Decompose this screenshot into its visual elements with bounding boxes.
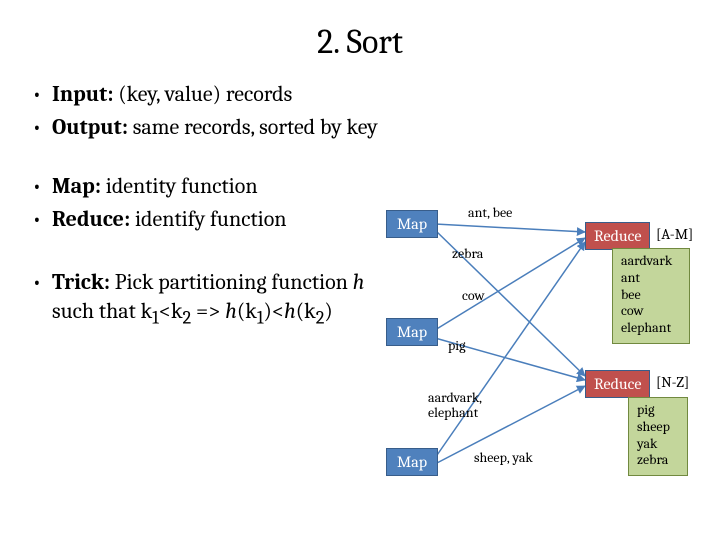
bullet-text: identity function — [101, 173, 258, 199]
bullet-label: Reduce: — [52, 206, 130, 232]
map-box-2: Map — [386, 318, 438, 346]
bullet-label: Output: — [52, 114, 128, 140]
result-item: sheep — [637, 419, 679, 436]
edge-label-zebra: zebra — [452, 246, 483, 261]
result-item: zebra — [637, 452, 679, 469]
edge-label-pig: pig — [448, 338, 466, 353]
bullet-label: Input: — [52, 81, 113, 107]
map-box-1: Map — [386, 210, 438, 238]
result-item: ant — [621, 270, 681, 287]
result-item: aardvark — [621, 253, 681, 270]
edge-label-ant-bee: ant, bee — [468, 205, 512, 220]
bullet-output: Output: same records, sorted by key — [30, 113, 690, 142]
bullet-label: Map: — [52, 173, 101, 199]
bullet-text: Pick partitioning function — [110, 269, 353, 295]
slide-title: 2. Sort — [0, 0, 720, 72]
edge-label-cow: cow — [462, 288, 485, 303]
edge-label-aardvark-elephant: aardvark, elephant — [428, 390, 482, 421]
bullet-group-3: Trick: Pick partitioning function h such… — [30, 268, 370, 331]
bullet-text: same records, sorted by key — [128, 114, 378, 140]
range-label-am: [A-M] — [656, 225, 693, 243]
sort-diagram: Map Map Map Reduce Reduce [A-M] [N-Z] an… — [380, 200, 710, 520]
result-item: pig — [637, 402, 679, 419]
bullet-group-2: Map: identity function Reduce: identify … — [30, 172, 380, 234]
edge-label-sheep-yak: sheep, yak — [474, 450, 533, 465]
reduce-box-nz: Reduce — [585, 370, 650, 398]
map-box-3: Map — [386, 448, 438, 476]
bullet-map: Map: identity function — [30, 172, 380, 201]
bullet-group-1: Input: (key, value) records Output: same… — [30, 80, 690, 142]
result-item: elephant — [621, 320, 681, 337]
result-box-nz: pig sheep yak zebra — [628, 397, 688, 476]
bullet-input: Input: (key, value) records — [30, 80, 690, 109]
bullet-text: (key, value) records — [113, 81, 292, 107]
bullet-label: Trick: — [52, 269, 110, 295]
reduce-box-am: Reduce — [585, 222, 650, 250]
result-item: bee — [621, 287, 681, 304]
range-label-nz: [N-Z] — [656, 373, 689, 391]
result-box-am: aardvark ant bee cow elephant — [612, 248, 690, 344]
bullet-text: identify function — [130, 206, 286, 232]
result-item: cow — [621, 303, 681, 320]
result-item: yak — [637, 436, 679, 453]
bullet-reduce: Reduce: identify function — [30, 205, 380, 234]
bullet-trick: Trick: Pick partitioning function h such… — [30, 268, 370, 331]
